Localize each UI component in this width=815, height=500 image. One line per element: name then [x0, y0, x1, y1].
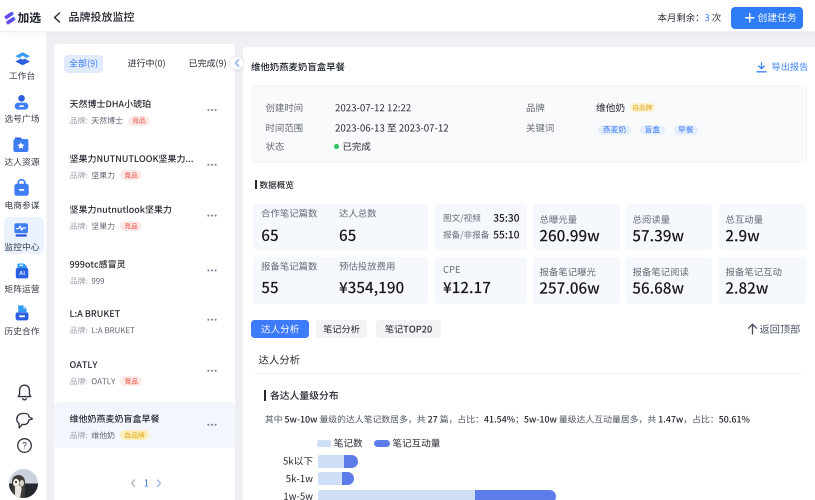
svg-text:?: ?	[22, 440, 27, 450]
svg-text:AI: AI	[19, 272, 25, 278]
